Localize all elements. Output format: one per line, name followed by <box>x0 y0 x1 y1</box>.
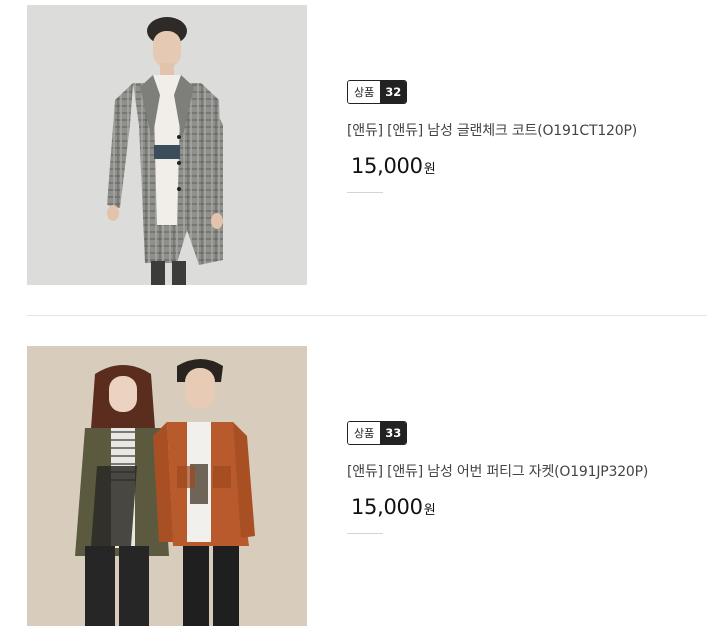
price-amount: 15,000 <box>351 154 423 178</box>
product-info: 상품 32 [앤듀] [앤듀] 남성 글랜체크 코트(O191CT120P) 1… <box>347 80 687 193</box>
product-name[interactable]: [앤듀] [앤듀] 남성 글랜체크 코트(O191CT120P) <box>347 120 687 140</box>
product-item[interactable]: 상품 33 [앤듀] [앤듀] 남성 어번 퍼티그 자켓(O191JP320P)… <box>0 316 707 636</box>
product-info: 상품 33 [앤듀] [앤듀] 남성 어번 퍼티그 자켓(O191JP320P)… <box>347 421 687 534</box>
short-divider <box>347 192 383 193</box>
badge-number: 32 <box>380 81 407 103</box>
product-photo-fatigue-jacket <box>27 346 307 626</box>
badge-label: 상품 <box>348 81 381 103</box>
product-image[interactable] <box>27 5 307 285</box>
badge-label: 상품 <box>348 422 381 444</box>
price-amount: 15,000 <box>351 495 423 519</box>
short-divider <box>347 533 383 534</box>
product-name[interactable]: [앤듀] [앤듀] 남성 어번 퍼티그 자켓(O191JP320P) <box>347 461 687 481</box>
product-image[interactable] <box>27 346 307 626</box>
price-currency: 원 <box>423 503 436 518</box>
product-badge: 상품 33 <box>347 421 408 445</box>
product-badge: 상품 32 <box>347 80 408 104</box>
product-price: 15,000원 <box>347 154 687 178</box>
product-price: 15,000원 <box>347 495 687 519</box>
product-item[interactable]: 상품 32 [앤듀] [앤듀] 남성 글랜체크 코트(O191CT120P) 1… <box>0 0 707 316</box>
product-photo-plaid-coat <box>27 5 307 285</box>
price-currency: 원 <box>423 162 436 177</box>
badge-number: 33 <box>380 422 407 444</box>
